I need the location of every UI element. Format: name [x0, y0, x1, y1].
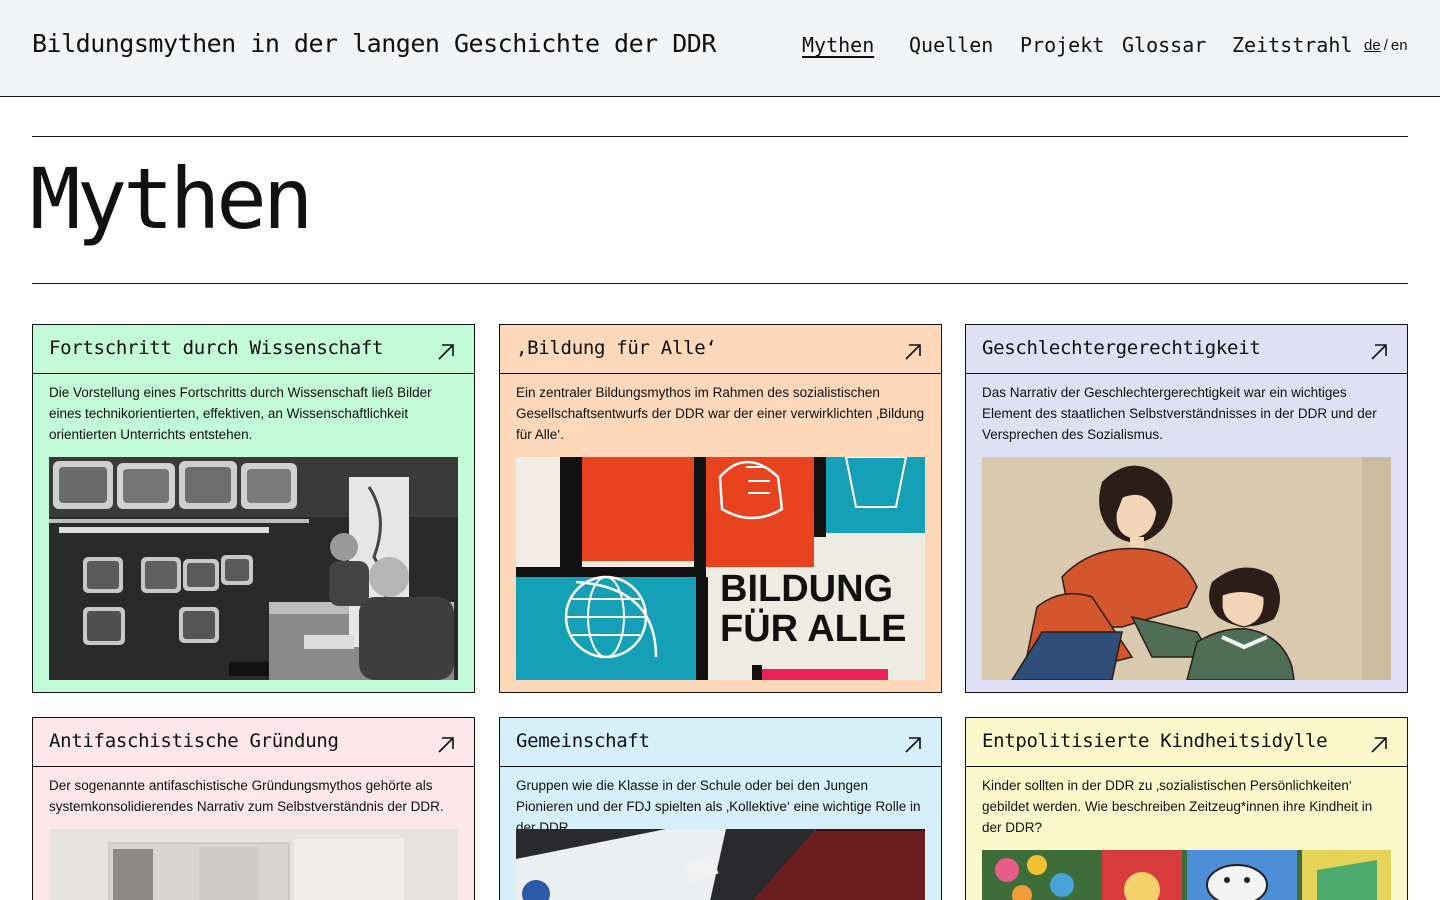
nav-item-quellen[interactable]: Quellen: [909, 33, 993, 57]
card-title: Gemeinschaft: [516, 730, 650, 752]
lang-en-link[interactable]: en: [1391, 37, 1408, 54]
card-header: Entpolitisierte Kindheitsidylle: [966, 718, 1407, 767]
card-title: Fortschritt durch Wissenschaft: [49, 337, 384, 359]
card-image-historic-photo: [49, 829, 458, 900]
poster-line-2: FÜR ALLE: [720, 607, 906, 650]
card-title: Geschlechtergerechtigkeit: [982, 337, 1261, 359]
card-description: Die Vorstellung eines Fortschritts durch…: [49, 385, 432, 442]
arrow-up-right-icon: [1371, 737, 1387, 753]
card-image-children-books: [982, 850, 1391, 900]
myth-card-kindheitsidylle[interactable]: Entpolitisierte Kindheitsidylle Kinder s…: [965, 717, 1408, 900]
lang-separator: /: [1383, 37, 1388, 54]
card-title: ‚Bildung für Alle‘: [516, 337, 717, 359]
arrow-up-right-icon: [905, 737, 921, 753]
card-title: Antifaschistische Gründung: [49, 730, 339, 752]
bottom-divider: [32, 283, 1408, 284]
card-description: Kinder sollten in der DDR zu ‚sozialisti…: [982, 778, 1373, 835]
card-image-poster: BILDUNG FÜR ALLE: [516, 457, 925, 680]
card-header: Gemeinschaft: [500, 718, 941, 767]
card-header: Antifaschistische Gründung: [33, 718, 474, 767]
arrow-up-right-icon: [438, 737, 454, 753]
nav-item-mythen[interactable]: Mythen: [802, 33, 874, 57]
card-image-control-room: [49, 457, 458, 680]
myth-card-fortschritt[interactable]: Fortschritt durch Wissenschaft Die Vorst…: [32, 324, 475, 693]
myth-card-antifaschistische-gruendung[interactable]: Antifaschistische Gründung Der sogenannt…: [32, 717, 475, 900]
site-header: Bildungsmythen in der langen Geschichte …: [0, 0, 1440, 97]
myth-card-geschlechtergerechtigkeit[interactable]: Geschlechtergerechtigkeit Das Narrativ d…: [965, 324, 1408, 693]
nav-item-zeitstrahl[interactable]: Zeitstrahl: [1232, 33, 1352, 57]
arrow-up-right-icon: [1371, 344, 1387, 360]
language-switcher: de / en: [1364, 37, 1408, 54]
page-title: Mythen: [30, 150, 313, 248]
top-divider: [32, 136, 1408, 137]
card-image-illustration: [982, 457, 1391, 680]
myth-card-gemeinschaft[interactable]: Gemeinschaft Gruppen wie die Klasse in d…: [499, 717, 942, 900]
arrow-up-right-icon: [905, 344, 921, 360]
myth-card-bildung-fuer-alle[interactable]: ‚Bildung für Alle‘ Ein zentraler Bildung…: [499, 324, 942, 693]
card-description: Das Narrativ der Geschlechtergerechtigke…: [982, 385, 1377, 442]
card-title: Entpolitisierte Kindheitsidylle: [982, 730, 1328, 752]
card-header: Fortschritt durch Wissenschaft: [33, 325, 474, 374]
card-description: Ein zentraler Bildungsmythos im Rahmen d…: [516, 385, 925, 442]
lang-de-link[interactable]: de: [1364, 37, 1381, 54]
card-image-documents: [516, 829, 925, 900]
nav-item-projekt[interactable]: Projekt: [1020, 33, 1104, 57]
poster-line-1: BILDUNG: [720, 568, 893, 610]
site-title[interactable]: Bildungsmythen in der langen Geschichte …: [32, 29, 716, 58]
nav-item-glossar[interactable]: Glossar: [1122, 33, 1206, 57]
card-header: ‚Bildung für Alle‘: [500, 325, 941, 374]
card-header: Geschlechtergerechtigkeit: [966, 325, 1407, 374]
arrow-up-right-icon: [438, 344, 454, 360]
